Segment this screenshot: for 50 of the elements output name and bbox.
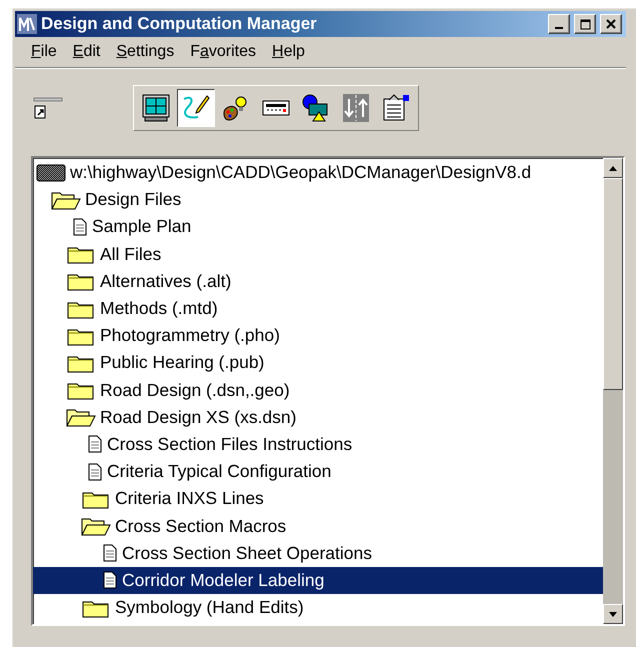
tree-item[interactable]: Design Files [33,186,603,214]
window-title: Design and Computation Manager [41,14,318,34]
document-icon [102,570,118,590]
maximize-icon [580,18,590,30]
scroll-up-button[interactable] [603,158,623,178]
document-icon [87,434,103,454]
tree-item[interactable]: Road Design (.dsn,.geo) [33,376,603,404]
scrollbar[interactable] [603,158,623,624]
tree-item[interactable]: Sample Plan [33,213,603,241]
menu-item[interactable]: Settings [108,41,182,63]
open-folder-icon [66,407,96,428]
tree-item[interactable]: Road Design XS (xs.dsn) [33,404,603,431]
scroll-thumb[interactable] [603,178,623,390]
tree-item[interactable]: Public Hearing (.pub) [33,349,603,376]
clipboard-icon [381,93,411,123]
open-folder-icon [81,516,111,536]
menu-item[interactable]: Help [264,41,313,63]
road-arrows-icon [341,93,371,123]
database-icon [36,162,66,183]
toolbar-button[interactable] [177,89,215,127]
tree-item[interactable]: Cross Section Macros [33,512,603,540]
tree-item[interactable]: Criteria Typical Configuration [33,458,603,486]
scroll-down-button[interactable] [603,604,623,624]
document-icon [87,462,103,482]
tree-item[interactable]: w:\highway\Design\CADD\Geopak\DCManager\DesignV8.d [33,159,603,186]
tree-item[interactable]: All Files [33,240,603,268]
minimize-button[interactable] [548,14,570,34]
menu-item[interactable]: Favorites [182,41,264,63]
tree-item[interactable]: Cross Section Files Instructions [33,430,603,458]
ruler-shortcut-icon [33,96,63,120]
minimize-icon [555,27,563,29]
down-arrow-icon [609,612,617,616]
close-button[interactable] [600,14,622,34]
tree-item[interactable]: Alternatives (.alt) [33,268,603,295]
tree-item[interactable]: Cross Section Sheet Operations [33,540,603,567]
menu-item[interactable]: File [23,41,65,63]
document-icon [72,216,88,237]
document-icon [102,543,118,564]
open-folder-icon [51,190,81,210]
tree-item[interactable]: Criteria INXS Lines [33,485,603,512]
close-icon [606,19,616,29]
monitor-icon [141,93,171,123]
maximize-button[interactable] [574,14,596,34]
tree-item[interactable]: Symbology (Hand Edits) [33,594,603,622]
tree-item[interactable]: Corridor Modeler Labeling [33,566,603,594]
up-arrow-icon [609,166,617,170]
menu-item[interactable]: Edit [64,41,108,63]
app-logo-icon [17,14,37,34]
tree-item[interactable]: Photogrammetry (.pho) [33,322,603,350]
tree-item[interactable]: Methods (.mtd) [33,294,603,322]
